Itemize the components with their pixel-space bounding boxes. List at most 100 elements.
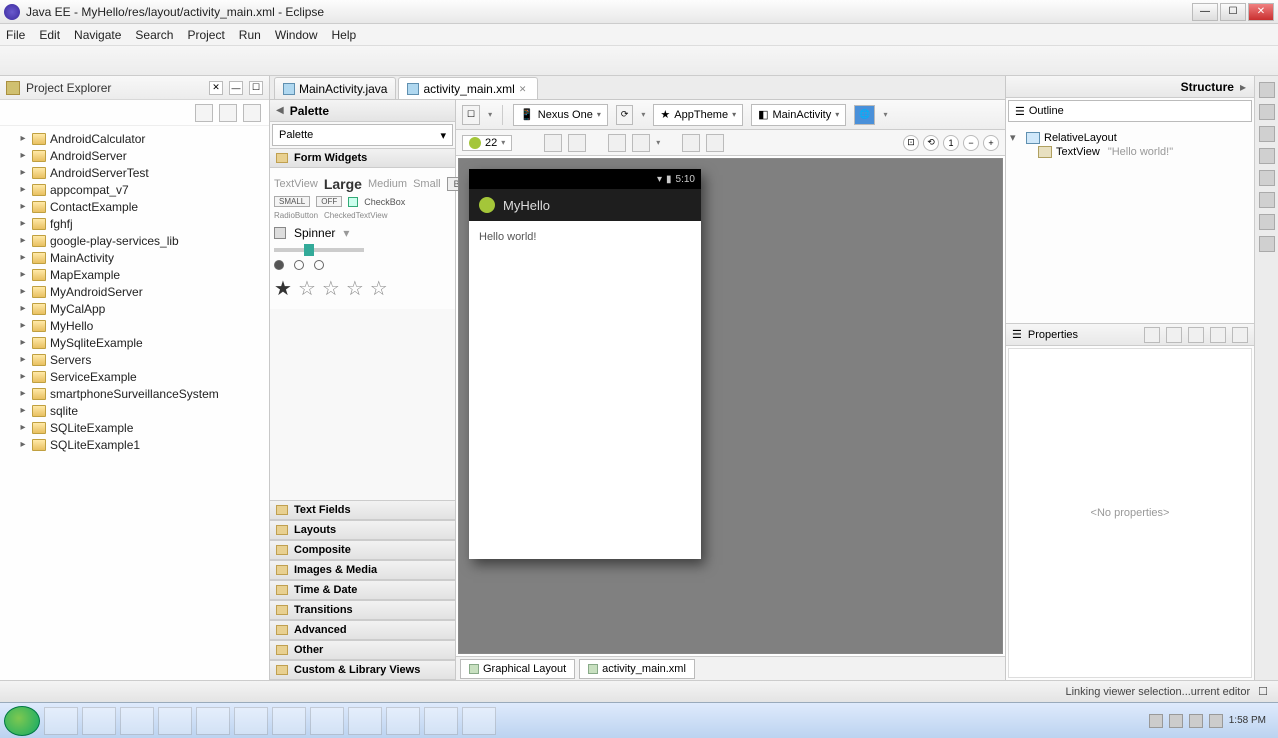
perspective-btn-6[interactable] [1259, 192, 1275, 208]
locale-button[interactable]: 🌐 [854, 105, 875, 125]
expander-icon[interactable]: ▸ [18, 184, 28, 195]
tab-close-icon[interactable]: ✕ [519, 84, 529, 94]
menu-help[interactable]: Help [332, 28, 357, 42]
palette-back-icon[interactable]: ◀ [276, 105, 284, 116]
project-tree[interactable]: ▸AndroidCalculator▸AndroidServer▸Android… [0, 126, 269, 680]
section-layouts[interactable]: Layouts [270, 520, 455, 540]
collapse-all-button[interactable] [195, 104, 213, 122]
project-sqlite[interactable]: ▸sqlite [2, 402, 267, 419]
project-fghfj[interactable]: ▸fghfj [2, 215, 267, 232]
canvas-config-button[interactable]: ☐ [462, 105, 480, 125]
distribute-button[interactable] [632, 134, 650, 152]
expander-icon[interactable]: ▸ [18, 320, 28, 331]
expander-icon[interactable]: ▸ [18, 337, 28, 348]
project-mapexample[interactable]: ▸MapExample [2, 266, 267, 283]
spinner-widget[interactable]: Spinner [294, 226, 335, 240]
tab-graphical-layout[interactable]: Graphical Layout [460, 659, 575, 679]
expander-icon[interactable]: ▸ [18, 150, 28, 161]
api-level-selector[interactable]: 22 ▾ [462, 135, 512, 151]
panel-maximize-icon[interactable]: ☐ [249, 81, 263, 95]
outline-textview[interactable]: TextView "Hello world!" [1010, 145, 1250, 159]
menu-project[interactable]: Project [187, 28, 224, 42]
section-form-widgets[interactable]: Form Widgets [270, 148, 455, 168]
project-mycalapp[interactable]: ▸MyCalApp [2, 300, 267, 317]
expander-icon[interactable]: ▸ [18, 303, 28, 314]
perspective-btn-7[interactable] [1259, 214, 1275, 230]
zoom-fit-button[interactable]: ⊡ [903, 135, 919, 151]
props-btn-2[interactable] [1166, 327, 1182, 343]
menu-navigate[interactable]: Navigate [74, 28, 121, 42]
section-advanced[interactable]: Advanced [270, 620, 455, 640]
expander-icon[interactable]: ▾ [1010, 131, 1022, 144]
panel-close-icon[interactable]: ✕ [209, 81, 223, 95]
expander-icon[interactable]: ▸ [18, 354, 28, 365]
menu-edit[interactable]: Edit [39, 28, 60, 42]
ratingbar-widget[interactable]: ★☆☆☆☆ [274, 276, 451, 301]
perspective-btn-1[interactable] [1259, 82, 1275, 98]
props-btn-3[interactable] [1188, 327, 1204, 343]
taskbar-item-11[interactable] [424, 707, 458, 735]
view-menu-button[interactable] [243, 104, 261, 122]
expander-icon[interactable]: ▸ [18, 167, 28, 178]
chevron-right-icon[interactable]: ▸ [1240, 80, 1246, 94]
taskbar-item-12[interactable] [462, 707, 496, 735]
tray-icon-4[interactable] [1209, 714, 1223, 728]
checkedtextview-widget[interactable]: CheckedTextView [324, 211, 387, 220]
outline-selector[interactable]: ☰ Outline [1008, 100, 1252, 122]
perspective-btn-5[interactable] [1259, 170, 1275, 186]
project-smartphonesurveillancesystem[interactable]: ▸smartphoneSurveillanceSystem [2, 385, 267, 402]
theme-selector[interactable]: ★ AppTheme ▾ [653, 104, 743, 126]
seekbar-widget[interactable] [274, 248, 364, 252]
expander-icon[interactable]: ▸ [18, 286, 28, 297]
orientation-button[interactable]: ⟳ [616, 105, 634, 125]
zoom-in-button[interactable]: + [983, 135, 999, 151]
expander-icon[interactable]: ▸ [18, 422, 28, 433]
expander-icon[interactable]: ▸ [18, 252, 28, 263]
zoom-out-button[interactable]: − [963, 135, 979, 151]
expander-icon[interactable]: ▸ [18, 371, 28, 382]
panel-minimize-icon[interactable]: — [229, 81, 243, 95]
project-androidcalculator[interactable]: ▸AndroidCalculator [2, 130, 267, 147]
project-myhello[interactable]: ▸MyHello [2, 317, 267, 334]
outline-relativelayout[interactable]: ▾ RelativeLayout [1010, 130, 1250, 145]
hello-world-textview[interactable]: Hello world! [479, 231, 536, 243]
menu-run[interactable]: Run [239, 28, 261, 42]
link-editor-button[interactable] [219, 104, 237, 122]
menu-file[interactable]: File [6, 28, 25, 42]
props-btn-4[interactable] [1210, 327, 1226, 343]
activity-selector[interactable]: ◧ MainActivity ▾ [751, 104, 846, 126]
expander-icon[interactable]: ▸ [18, 235, 28, 246]
toggle-widget[interactable]: OFF [316, 196, 342, 207]
layout-actions-2[interactable] [706, 134, 724, 152]
project-serviceexample[interactable]: ▸ServiceExample [2, 368, 267, 385]
radiobutton-widget[interactable]: RadioButton [274, 211, 318, 220]
project-mysqliteexample[interactable]: ▸MySqliteExample [2, 334, 267, 351]
project-mainactivity[interactable]: ▸MainActivity [2, 249, 267, 266]
taskbar-item-8[interactable] [310, 707, 344, 735]
section-time-date[interactable]: Time & Date [270, 580, 455, 600]
menu-window[interactable]: Window [275, 28, 318, 42]
project-servers[interactable]: ▸Servers [2, 351, 267, 368]
props-btn-5[interactable] [1232, 327, 1248, 343]
project-androidservertest[interactable]: ▸AndroidServerTest [2, 164, 267, 181]
section-custom-library[interactable]: Custom & Library Views [270, 660, 455, 680]
expander-icon[interactable]: ▸ [18, 388, 28, 399]
section-transitions[interactable]: Transitions [270, 600, 455, 620]
project-contactexample[interactable]: ▸ContactExample [2, 198, 267, 215]
expander-icon[interactable]: ▸ [18, 133, 28, 144]
section-text-fields[interactable]: Text Fields [270, 500, 455, 520]
taskbar-item-7[interactable] [272, 707, 306, 735]
zoom-reset-button[interactable]: ⟲ [923, 135, 939, 151]
toggle-layout-bounds[interactable] [544, 134, 562, 152]
close-button[interactable]: ✕ [1248, 3, 1274, 21]
expander-icon[interactable]: ▸ [18, 269, 28, 280]
project-androidserver[interactable]: ▸AndroidServer [2, 147, 267, 164]
project-myandroidserver[interactable]: ▸MyAndroidServer [2, 283, 267, 300]
radiogroup-widget[interactable] [274, 260, 451, 270]
perspective-btn-2[interactable] [1259, 104, 1275, 120]
zoom-100-button[interactable]: 1 [943, 135, 959, 151]
tab-activity-main-xml[interactable]: activity_main.xml ✕ [398, 77, 537, 99]
expander-icon[interactable]: ▸ [18, 218, 28, 229]
device-selector[interactable]: 📱 Nexus One ▾ [513, 104, 608, 126]
props-btn-1[interactable] [1144, 327, 1160, 343]
